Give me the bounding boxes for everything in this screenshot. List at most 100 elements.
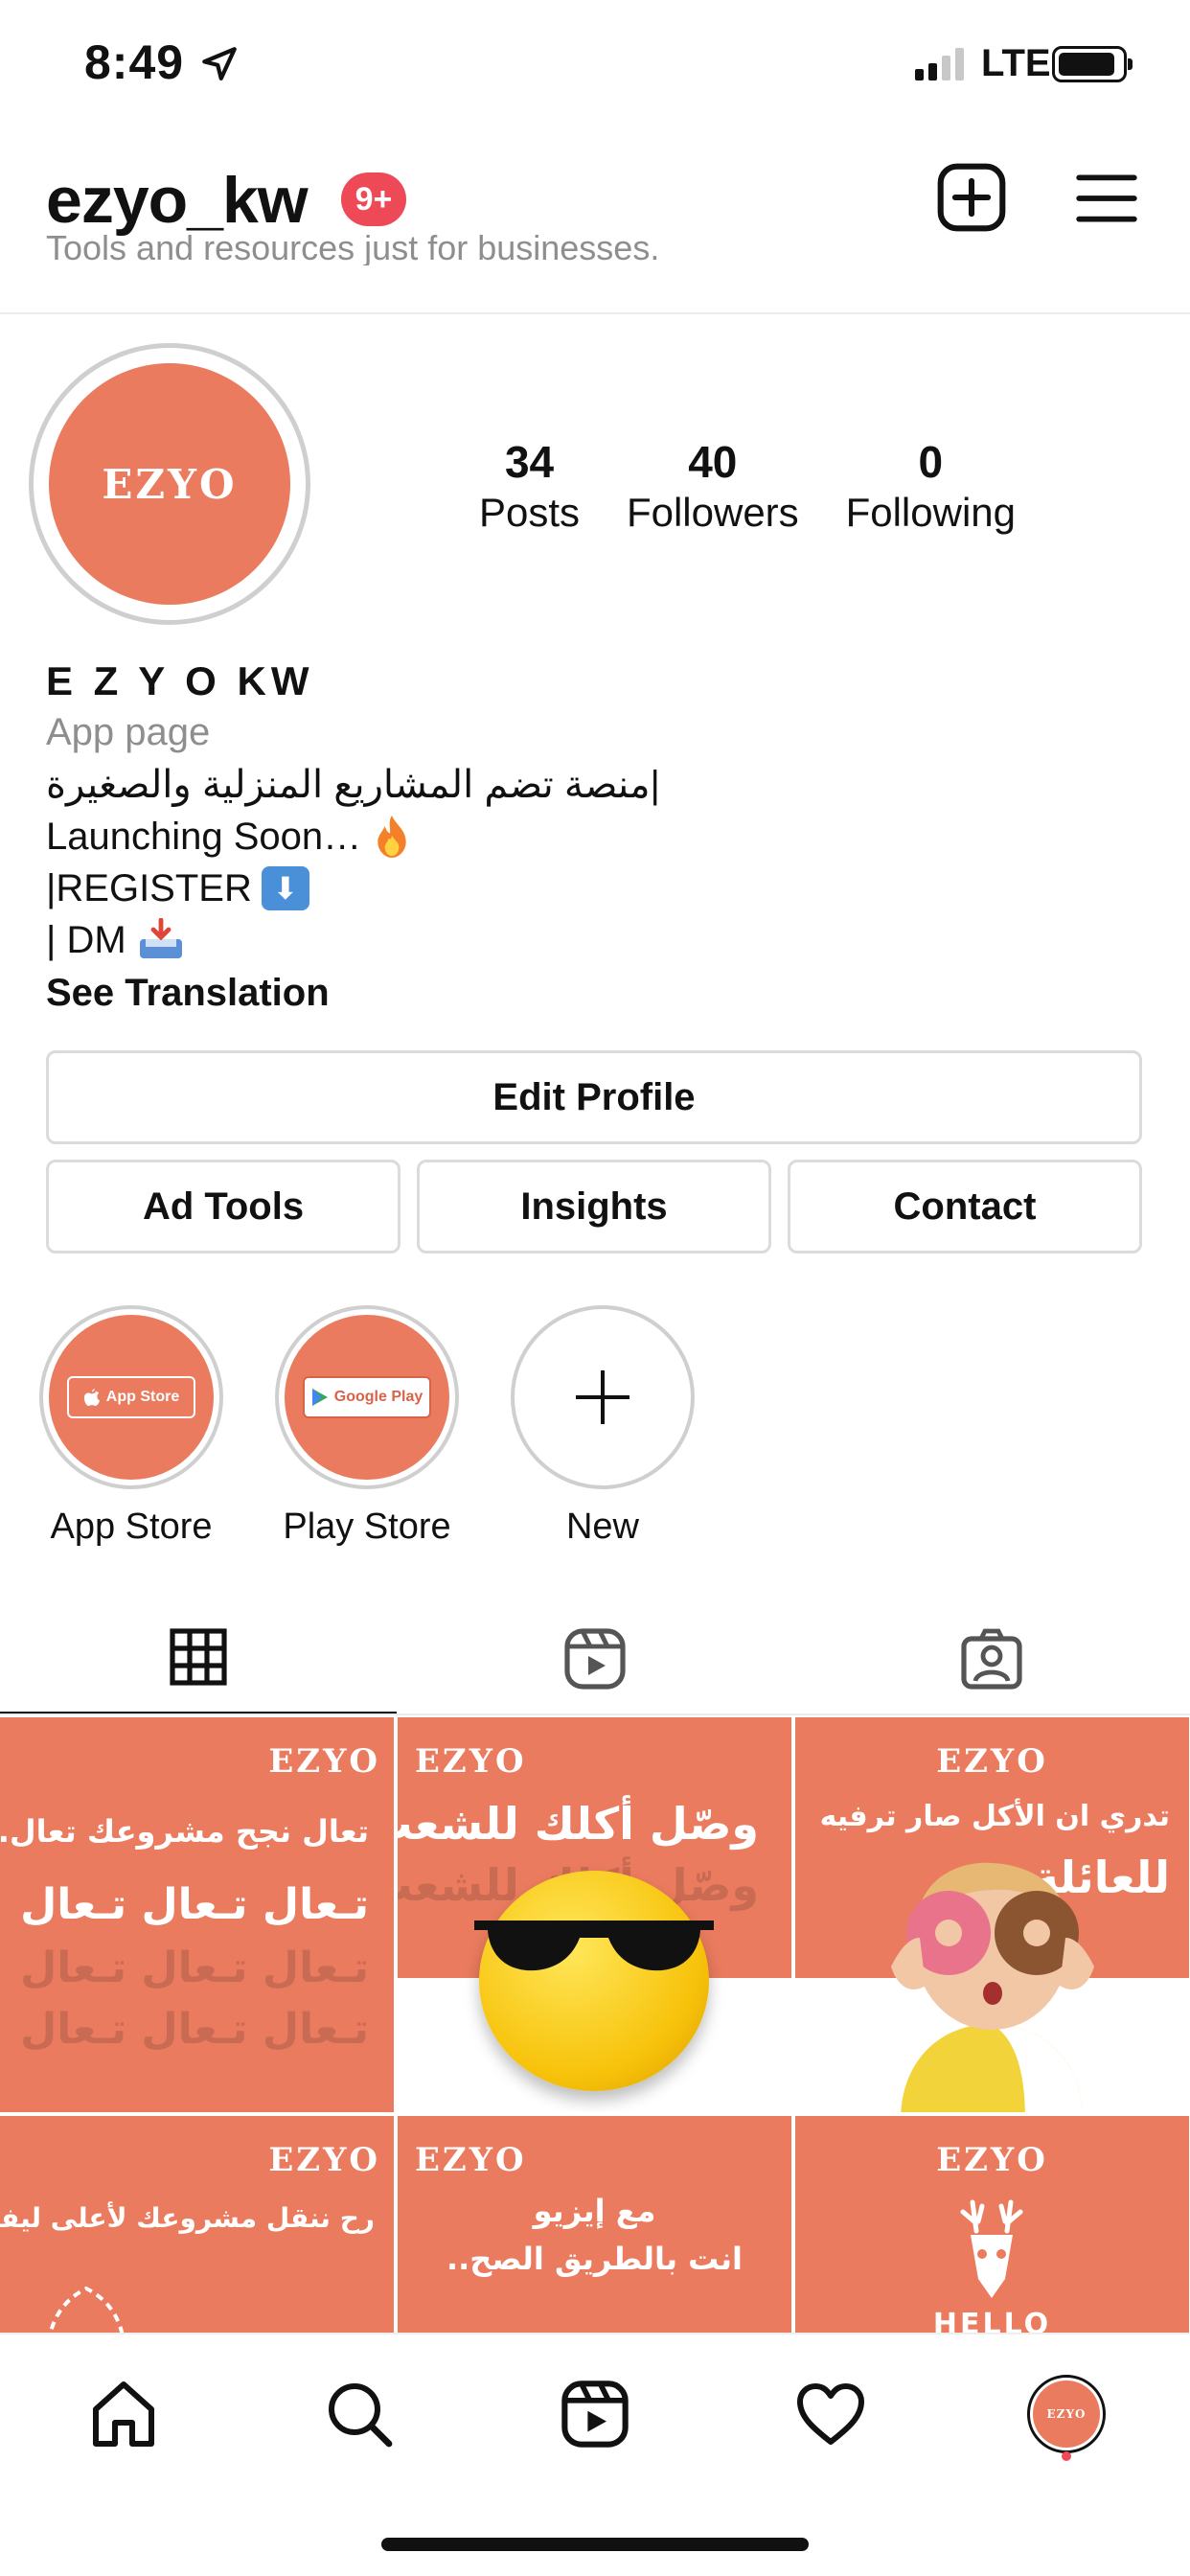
status-time: 8:49: [84, 35, 185, 89]
nav-search[interactable]: [316, 2371, 402, 2457]
post-thumbnail[interactable]: EZYO رح ننقل مشروعك لأعلى ليفل..: [0, 2116, 394, 2333]
stat-label: Followers: [626, 490, 799, 535]
post-logo: EZYO: [268, 2141, 380, 2179]
rocket-drawing-icon: [48, 2286, 125, 2333]
profile-name: E Z Y O KW: [46, 658, 314, 703]
highlight-cover: [520, 1315, 685, 1480]
status-bar: 8:49 LTE: [0, 0, 1190, 125]
bio-line: |REGISTER ⬇: [46, 862, 1148, 914]
stat-following[interactable]: 0 Following: [846, 436, 1016, 538]
nav-home[interactable]: [80, 2371, 167, 2457]
notification-badge[interactable]: 9+: [341, 172, 406, 226]
tab-tagged[interactable]: [793, 1602, 1190, 1715]
cool-smiley-emoji: [479, 1871, 709, 2091]
home-indicator[interactable]: [381, 2538, 809, 2551]
highlight-ring: Google Play: [275, 1305, 459, 1489]
plus-icon: [576, 1370, 629, 1424]
highlight-ring: [511, 1305, 695, 1489]
profile-avatar[interactable]: EZYO: [29, 343, 310, 625]
post-logo: EZYO: [415, 2141, 527, 2179]
highlight-label: New: [565, 1506, 640, 1547]
deer-head-icon: [960, 2199, 1023, 2298]
post-thumbnail[interactable]: EZYO تدري ان الأكل صار ترفيه للعائلة.: [795, 1717, 1189, 2112]
search-icon: [329, 2383, 393, 2448]
fire-emoji-icon: [378, 816, 406, 858]
post-text: انت بالطريق الصح..: [446, 2241, 743, 2277]
plus-square-icon[interactable]: [935, 161, 1008, 234]
bio-line: | DM: [46, 914, 1148, 966]
location-arrow-icon: [202, 47, 237, 80]
post-thumbnail[interactable]: EZYO مع إيزيو انت بالطريق الصح..: [398, 2116, 791, 2333]
signal-strength-icon: [915, 48, 964, 80]
highlight-label: App Store: [50, 1506, 213, 1547]
post-logo: EZYO: [415, 1742, 527, 1781]
app-store-badge: App Store: [67, 1376, 195, 1418]
highlight-new[interactable]: New: [507, 1305, 698, 1548]
bio-line-text: منصة تضم المشاريع المنزلية والصغيرة|: [46, 764, 660, 806]
tab-grid[interactable]: [0, 1602, 397, 1715]
post-text: تـعال تـعال تـعال: [20, 2005, 369, 2054]
stat-followers[interactable]: 40 Followers: [627, 436, 799, 538]
edit-profile-button[interactable]: Edit Profile: [46, 1050, 1142, 1144]
post-thumbnail[interactable]: EZYO HELLO: [795, 2116, 1189, 2333]
post-text: تـعال تـعال تـعال: [20, 1944, 369, 1992]
stat-value: 34: [504, 437, 555, 487]
stat-posts[interactable]: 34 Posts: [479, 436, 580, 538]
nav-profile[interactable]: EZYO: [1023, 2371, 1110, 2457]
down-arrow-emoji-icon: ⬇: [261, 866, 309, 910]
badge-text: Google Play: [333, 1389, 423, 1405]
post-thumbnail[interactable]: EZYO تعال نجح مشروعك تعال.. تـعال تـعال …: [0, 1717, 394, 2112]
bio-line: Launching Soon…: [46, 811, 1148, 862]
see-translation-link[interactable]: See Translation: [46, 966, 1148, 1020]
hamburger-icon[interactable]: [1075, 172, 1138, 224]
insights-button[interactable]: Insights: [417, 1160, 771, 1254]
post-logo: EZYO: [268, 1742, 380, 1781]
posts-grid: EZYO تعال نجح مشروعك تعال.. تـعال تـعال …: [0, 1717, 1190, 2333]
apple-icon: [83, 1389, 100, 1406]
nav-reels[interactable]: [552, 2371, 638, 2457]
home-icon: [93, 2381, 154, 2447]
post-text: رح ننقل مشروعك لأعلى ليفل..: [0, 2202, 375, 2234]
post-text: مع إيزيو: [533, 2193, 656, 2229]
contact-button[interactable]: Contact: [788, 1160, 1142, 1254]
profile-bio: E Z Y O KW App page منصة تضم المشاريع ال…: [46, 657, 1148, 1020]
profile-avatar-icon: EZYO: [1027, 2375, 1106, 2453]
highlight-play-store[interactable]: Google Play Play Store: [271, 1305, 463, 1548]
username-switcher[interactable]: ezyo_kw: [46, 163, 309, 238]
tab-divider: [0, 1714, 1190, 1715]
post-text: تعال نجح مشروعك تعال..: [0, 1813, 369, 1850]
bio-line: منصة تضم المشاريع المنزلية والصغيرة|: [46, 759, 1148, 811]
highlight-cover: App Store: [49, 1315, 214, 1480]
bio-line-text: Launching Soon…: [46, 816, 362, 858]
stat-value: 40: [688, 437, 738, 487]
play-triangle-icon: [311, 1389, 328, 1406]
post-logo: EZYO: [936, 2141, 1048, 2179]
stat-value: 0: [918, 437, 944, 487]
highlight-app-store[interactable]: App Store App Store: [35, 1305, 227, 1548]
post-thumbnail[interactable]: EZYO وصّل أكلك للشعب وصّل أكلك للشعب: [398, 1717, 791, 2112]
grid-icon: [170, 1628, 227, 1686]
ad-tools-button[interactable]: Ad Tools: [46, 1160, 400, 1254]
stat-label: Posts: [479, 490, 581, 535]
google-play-badge: Google Play: [303, 1376, 431, 1418]
highlight-ring: App Store: [39, 1305, 223, 1489]
nav-avatar-text: EZYO: [1033, 2380, 1100, 2448]
child-with-donuts-image: [891, 1862, 1094, 2112]
post-text: HELLO: [932, 2308, 1052, 2333]
post-text: تـعال تـعال تـعال: [20, 1880, 369, 1929]
post-text: تدري ان الأكل صار ترفيه: [819, 1800, 1170, 1833]
inbox-tray-emoji-icon: [139, 918, 182, 958]
highlight-label: Play Store: [283, 1506, 451, 1547]
bio-line-text: | DM: [46, 919, 126, 961]
business-tools-hint: Tools and resources just for businesses.: [46, 231, 660, 265]
bio-line-text: |REGISTER: [46, 867, 252, 909]
battery-icon: [1052, 46, 1133, 82]
sunglasses-icon: [474, 1920, 714, 1971]
header-divider: [0, 312, 1190, 314]
tab-reels[interactable]: [397, 1602, 793, 1715]
highlight-cover: Google Play: [285, 1315, 449, 1480]
badge-text: App Store: [105, 1389, 180, 1405]
notification-dot: [1062, 2451, 1071, 2461]
nav-activity[interactable]: [788, 2371, 874, 2457]
profile-tabs: [0, 1602, 1190, 1715]
